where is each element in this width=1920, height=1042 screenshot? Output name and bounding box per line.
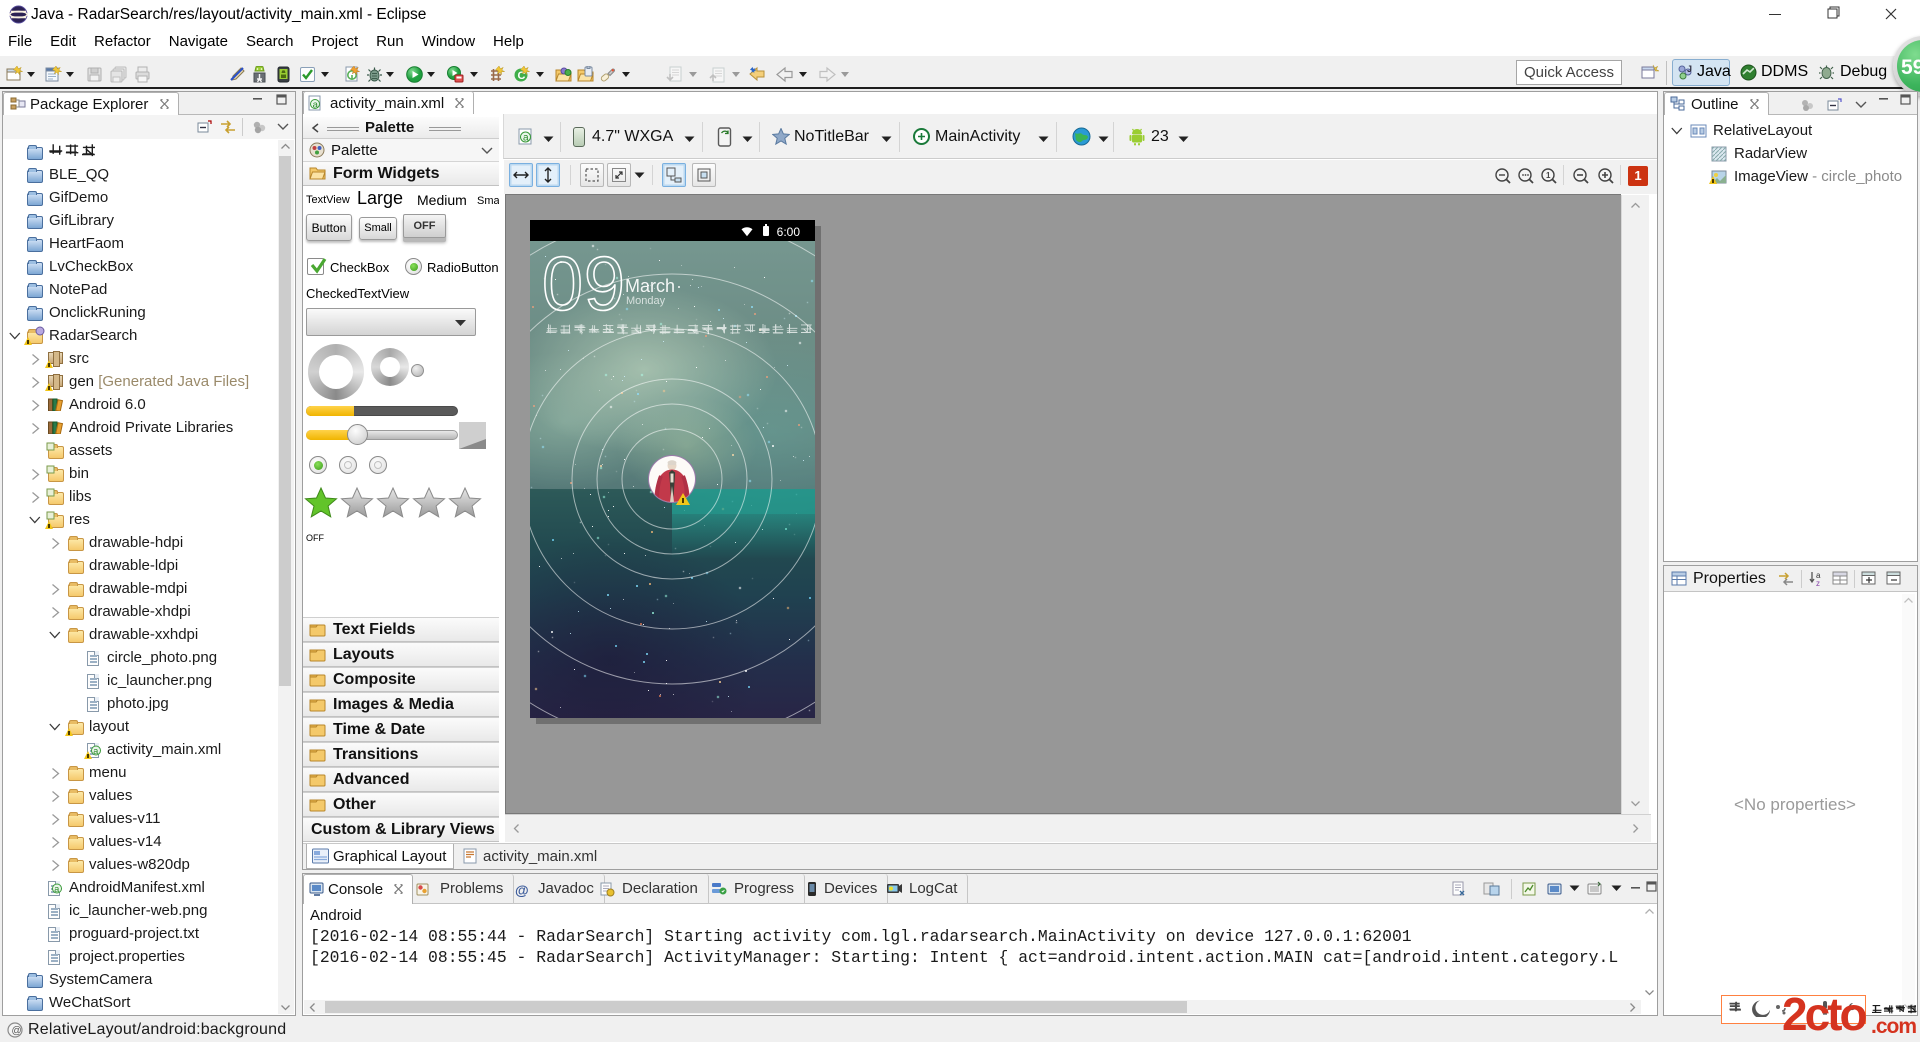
- svg-text:@: @: [12, 1026, 22, 1037]
- svg-text:a: a: [313, 100, 319, 111]
- svg-text:09: 09: [542, 249, 626, 319]
- svg-text:J: J: [1687, 64, 1692, 74]
- svg-text:a: a: [54, 884, 59, 894]
- svg-text:1: 1: [1546, 171, 1551, 180]
- svg-text:z: z: [1816, 579, 1820, 587]
- svg-text:a: a: [523, 133, 529, 144]
- svg-text:a: a: [93, 746, 98, 756]
